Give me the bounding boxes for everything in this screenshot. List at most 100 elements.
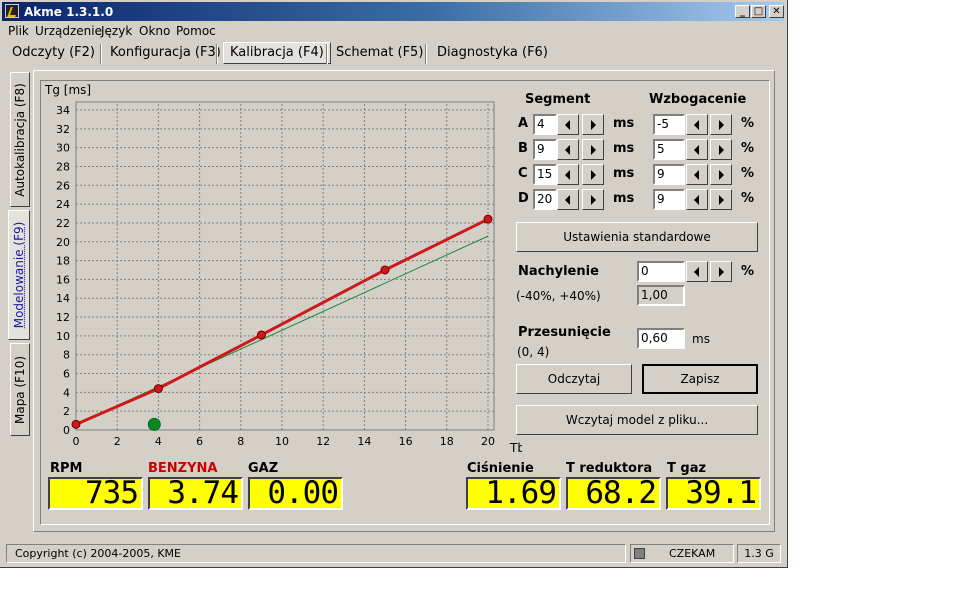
x-tick-label: 0 (73, 435, 80, 448)
x-tick-label: 4 (155, 435, 162, 448)
wzbogacenie-d-increase-button[interactable] (710, 189, 732, 210)
gaz-display: 0.00 (248, 477, 343, 510)
nachylenie-increase-button[interactable] (710, 261, 732, 282)
segment-d-label: D (518, 191, 529, 206)
wzbogacenie-d-decrease-button[interactable] (686, 189, 708, 210)
wzbogacenie-c-increase-button[interactable] (710, 164, 732, 185)
menu-urzadzenie[interactable]: Urządzenie (35, 24, 102, 38)
segment-a-decrease-button[interactable] (557, 114, 579, 135)
x-tick-label: 8 (237, 435, 244, 448)
main-window: Akme 1.3.1.0 _ □ ✕ Plik Urządzenie Język… (0, 0, 788, 568)
y-tick-label: 30 (56, 142, 70, 155)
load-model-button[interactable]: Wczytaj model z pliku... (516, 405, 758, 435)
wzbogacenie-c-unit: % (741, 166, 755, 181)
wzbogacenie-b-decrease-button[interactable] (686, 139, 708, 160)
standard-settings-button[interactable]: Ustawienia standardowe (516, 222, 758, 252)
tab-modelowanie[interactable]: Modelowanie (F9) (8, 210, 30, 340)
calibration-point (71, 419, 81, 429)
nachylenie-range: (-40%, +40%) (516, 289, 601, 303)
y-tick-label: 6 (63, 368, 70, 381)
przesuniecie-label: Przesunięcie (518, 325, 611, 340)
save-button[interactable]: Zapisz (642, 364, 758, 394)
wzbogacenie-d-input[interactable]: 9 (653, 189, 685, 210)
tab-konfiguracja[interactable]: Konfiguracja (F3) (104, 43, 227, 63)
close-button[interactable]: ✕ (769, 5, 784, 18)
segment-a-unit: ms (613, 116, 635, 131)
tab-modelowanie-label: Modelowanie (F9) (12, 221, 26, 329)
y-tick-label: 22 (56, 217, 70, 230)
status-state-panel: CZEKAM (630, 544, 734, 563)
x-tick-label: 2 (114, 435, 121, 448)
segment-a-increase-button[interactable] (582, 114, 604, 135)
wzbogacenie-a-input[interactable]: -5 (653, 114, 685, 135)
y-tick-label: 34 (56, 104, 70, 117)
wzbogacenie-c-decrease-button[interactable] (686, 164, 708, 185)
nachylenie-decrease-button[interactable] (686, 261, 708, 282)
chart-grid (75, 101, 495, 431)
y-tick-label: 4 (63, 386, 70, 399)
tab-diagnostyka[interactable]: Diagnostyka (F6) (431, 43, 554, 63)
menu-okno[interactable]: Okno (139, 24, 170, 38)
segment-d-decrease-button[interactable] (557, 189, 579, 210)
wzbogacenie-b-input[interactable]: 5 (653, 139, 685, 160)
y-tick-label: 14 (56, 292, 70, 305)
minimize-button[interactable]: _ (735, 5, 750, 18)
y-tick-label: 0 (63, 424, 70, 437)
wzbogacenie-a-increase-button[interactable] (710, 114, 732, 135)
segment-a-label: A (518, 116, 529, 131)
status-state: CZEKAM (669, 547, 716, 560)
status-led-icon (634, 548, 645, 559)
wzbogacenie-a-unit: % (741, 116, 755, 131)
segment-b-increase-button[interactable] (582, 139, 604, 160)
maximize-button[interactable]: □ (751, 5, 766, 18)
przesuniecie-input[interactable]: 0,60 (637, 328, 685, 349)
current-operating-point (147, 417, 161, 431)
y-tick-label: 24 (56, 198, 70, 211)
tab-autokalibracja[interactable]: Autokalibracja (F8) (10, 72, 30, 207)
t-gaz-display: 39.1 (666, 477, 761, 510)
chart-y-label: Tg [ms] (44, 83, 91, 97)
x-tick-label: 18 (440, 435, 454, 448)
segment-a-input[interactable]: 4 (533, 114, 557, 135)
y-tick-label: 16 (56, 273, 70, 286)
wzbogacenie-c-input[interactable]: 9 (653, 164, 685, 185)
segment-b-input[interactable]: 9 (533, 139, 557, 160)
wzbogacenie-a-decrease-button[interactable] (686, 114, 708, 135)
tab-schemat[interactable]: Schemat (F5) (330, 43, 429, 63)
y-tick-label: 32 (56, 123, 70, 136)
menu-plik[interactable]: Plik (8, 24, 29, 38)
tab-mapa[interactable]: Mapa (F10) (10, 343, 30, 436)
nachylenie-label: Nachylenie (518, 264, 599, 279)
segment-b-label: B (518, 141, 528, 156)
y-tick-label: 26 (56, 179, 70, 192)
menu-jezyk[interactable]: Język (101, 24, 132, 38)
segment-c-decrease-button[interactable] (557, 164, 579, 185)
wzbogacenie-heading: Wzbogacenie (649, 92, 747, 107)
nachylenie-input[interactable]: 0 (637, 261, 685, 282)
segment-c-label: C (518, 166, 528, 181)
menu-pomoc[interactable]: Pomoc (176, 24, 216, 38)
tab-kalibracja[interactable]: Kalibracja (F4) (223, 42, 331, 64)
read-button[interactable]: Odczytaj (516, 364, 632, 394)
y-tick-label: 2 (63, 405, 70, 418)
calibration-point (483, 214, 493, 224)
title-bar[interactable]: Akme 1.3.1.0 _ □ ✕ (2, 2, 784, 21)
rpm-label: RPM (50, 461, 83, 476)
y-tick-label: 8 (63, 349, 70, 362)
wzbogacenie-b-increase-button[interactable] (710, 139, 732, 160)
nachylenie-factor: 1,00 (637, 285, 685, 306)
calibration-point (153, 384, 163, 394)
status-version: 1.3 G (737, 544, 781, 563)
przesuniecie-unit: ms (692, 332, 710, 346)
segment-c-increase-button[interactable] (582, 164, 604, 185)
x-tick-label: 14 (357, 435, 371, 448)
segment-d-input[interactable]: 20 (533, 189, 557, 210)
segment-b-decrease-button[interactable] (557, 139, 579, 160)
segment-d-increase-button[interactable] (582, 189, 604, 210)
segment-c-input[interactable]: 15 (533, 164, 557, 185)
segment-c-unit: ms (613, 166, 635, 181)
main-tabs: Odczyty (F2) Konfiguracja (F3) Kalibracj… (2, 40, 784, 66)
tab-odczyty[interactable]: Odczyty (F2) (6, 43, 101, 63)
benzyna-label: BENZYNA (148, 461, 218, 476)
nachylenie-unit: % (741, 264, 755, 279)
